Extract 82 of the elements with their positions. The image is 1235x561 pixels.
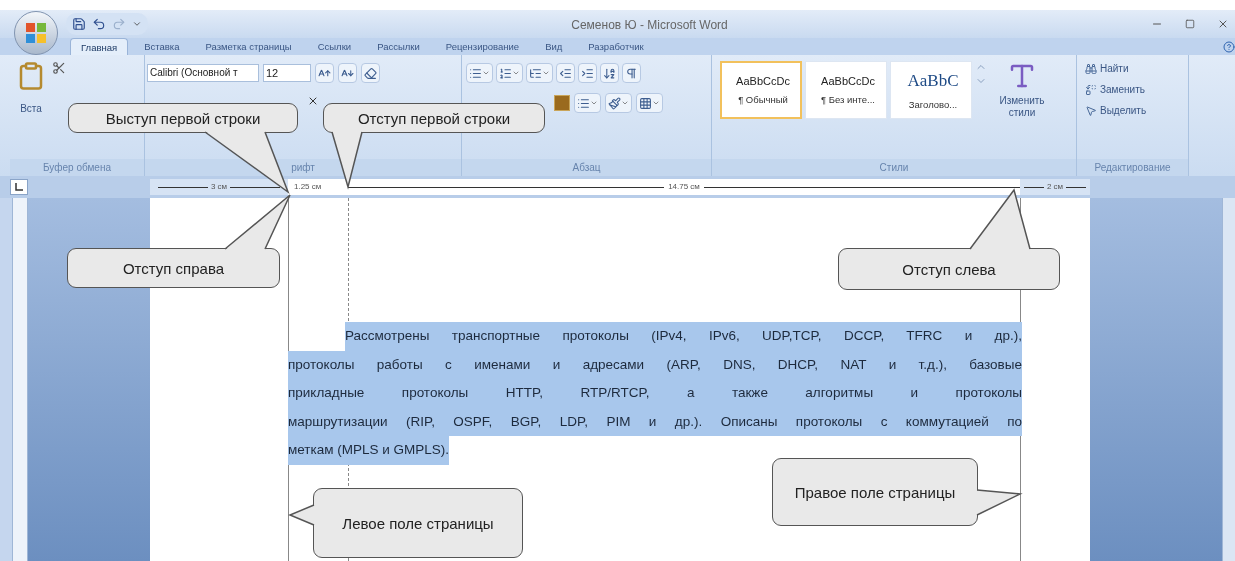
borders-icon bbox=[639, 96, 652, 110]
numbering-button[interactable] bbox=[496, 63, 523, 83]
numbering-icon bbox=[499, 66, 512, 80]
shading-button[interactable] bbox=[605, 93, 632, 113]
window-title: Семенов Ю - Microsoft Word bbox=[571, 18, 728, 32]
ruler-label: 14.75 см bbox=[667, 181, 701, 193]
bullets-icon bbox=[469, 66, 482, 80]
ribbon-tab[interactable]: Разметка страницы bbox=[195, 38, 302, 55]
pilcrow-icon bbox=[625, 66, 638, 80]
close-icon[interactable] bbox=[1217, 18, 1229, 30]
caret-icon bbox=[590, 99, 598, 107]
tab-selector[interactable] bbox=[10, 179, 28, 195]
callout-pointer bbox=[976, 489, 1023, 516]
callout-pointer bbox=[224, 194, 291, 250]
ruler-label: 1.25 см bbox=[293, 181, 322, 193]
paste-button[interactable]: Вста bbox=[20, 101, 42, 116]
style-tile[interactable]: AaBbCcDc ¶ Обычный bbox=[720, 61, 802, 119]
font-name-field[interactable]: Calibri (Основной т bbox=[147, 64, 259, 82]
group-label: Буфер обмена bbox=[10, 159, 144, 176]
ribbon-tab[interactable]: Разработчик bbox=[578, 38, 654, 55]
ruler-label: 2 см bbox=[1045, 181, 1065, 193]
borders-button[interactable] bbox=[636, 93, 663, 113]
ruler-label: 3 см bbox=[209, 181, 229, 193]
editing-button[interactable]: Выделить bbox=[1085, 103, 1188, 118]
select-icon bbox=[1085, 104, 1097, 117]
find-icon bbox=[1085, 62, 1097, 75]
increase-indent-button[interactable] bbox=[578, 63, 597, 83]
tab-stop-icon bbox=[15, 183, 23, 191]
line-spacing-icon bbox=[577, 96, 590, 110]
change-styles-button[interactable]: Изменить стили bbox=[990, 61, 1054, 119]
strikethrough-icon[interactable] bbox=[307, 95, 319, 107]
clear-format-button[interactable] bbox=[361, 63, 380, 83]
document-paragraph: Рассмотрены транспортные протоколы (IPv4, IPv6, UDP,TCP, DCCP, TFRC и др.), протоколы работы с именами и адресами (ARP, DNS, DHCP, NAT и т.д.), базовые прикладные протоколы HTTP, RTP/RTCP, а также алгоритмы и протоколы маршрутизации (RIP, OSPF, BGP, LDP, PIM и др.). Описаны протоколы с коммутацией по меткам (MPLS и GMPLS). bbox=[288, 322, 1022, 465]
style-tile[interactable]: AaBbC Заголово... bbox=[890, 61, 972, 119]
decrease-indent-icon bbox=[559, 66, 572, 80]
undo-icon[interactable] bbox=[92, 17, 106, 31]
sort-button[interactable] bbox=[600, 63, 619, 83]
editing-button[interactable]: Найти bbox=[1085, 61, 1188, 76]
save-icon[interactable] bbox=[72, 17, 86, 31]
editing-button[interactable]: Заменить bbox=[1085, 82, 1188, 97]
scrollbar[interactable] bbox=[1222, 198, 1235, 561]
callout-pointer bbox=[969, 188, 1031, 250]
caret-icon bbox=[542, 69, 550, 77]
caret-icon bbox=[652, 99, 660, 107]
replace-icon bbox=[1085, 83, 1097, 96]
shrink-font-button[interactable] bbox=[338, 63, 357, 83]
maximize-icon[interactable] bbox=[1185, 19, 1195, 29]
multilevel-list-icon bbox=[529, 66, 542, 80]
grow-font-button[interactable] bbox=[315, 63, 334, 83]
clear-format-icon bbox=[364, 66, 377, 80]
help-icon[interactable] bbox=[1223, 41, 1235, 53]
callout-bubble: Выступ первой строки bbox=[68, 103, 298, 133]
pilcrow-button[interactable] bbox=[622, 63, 641, 83]
sort-icon bbox=[603, 66, 616, 80]
caret-icon bbox=[621, 99, 629, 107]
shading-icon bbox=[608, 96, 621, 110]
scissors-icon[interactable] bbox=[52, 61, 66, 75]
decrease-indent-button[interactable] bbox=[556, 63, 575, 83]
ribbon-tab[interactable]: Рассылки bbox=[367, 38, 430, 55]
ribbon-tab[interactable]: Рецензирование bbox=[435, 38, 530, 55]
group-label: Редактирование bbox=[1077, 159, 1188, 176]
group-label: Стили bbox=[712, 159, 1076, 176]
callout-bubble: Левое поле страницы bbox=[313, 488, 523, 558]
caret-icon bbox=[512, 69, 520, 77]
line-spacing-button[interactable] bbox=[574, 93, 601, 113]
style-tile[interactable]: AaBbCcDc ¶ Без инте... bbox=[805, 61, 887, 119]
increase-indent-icon bbox=[581, 66, 594, 80]
group-label: Абзац bbox=[462, 159, 711, 176]
ribbon-tab[interactable]: Ссылки bbox=[307, 38, 362, 55]
callout-bubble: Правое поле страницы bbox=[772, 458, 978, 526]
logo-icon bbox=[25, 22, 47, 44]
multilevel-list-button[interactable] bbox=[526, 63, 553, 83]
customize-caret-icon[interactable] bbox=[132, 19, 142, 29]
caret-icon bbox=[482, 69, 490, 77]
ribbon-tab[interactable]: Главная bbox=[70, 38, 129, 55]
callout-pointer bbox=[288, 504, 315, 526]
ribbon-tab[interactable]: Вид bbox=[535, 38, 573, 55]
callout-pointer bbox=[331, 131, 363, 190]
ribbon-tab[interactable]: Вставка bbox=[134, 38, 190, 55]
bullets-button[interactable] bbox=[466, 63, 493, 83]
color-swatch[interactable] bbox=[554, 95, 570, 111]
font-size-field[interactable]: 12 bbox=[263, 64, 311, 82]
